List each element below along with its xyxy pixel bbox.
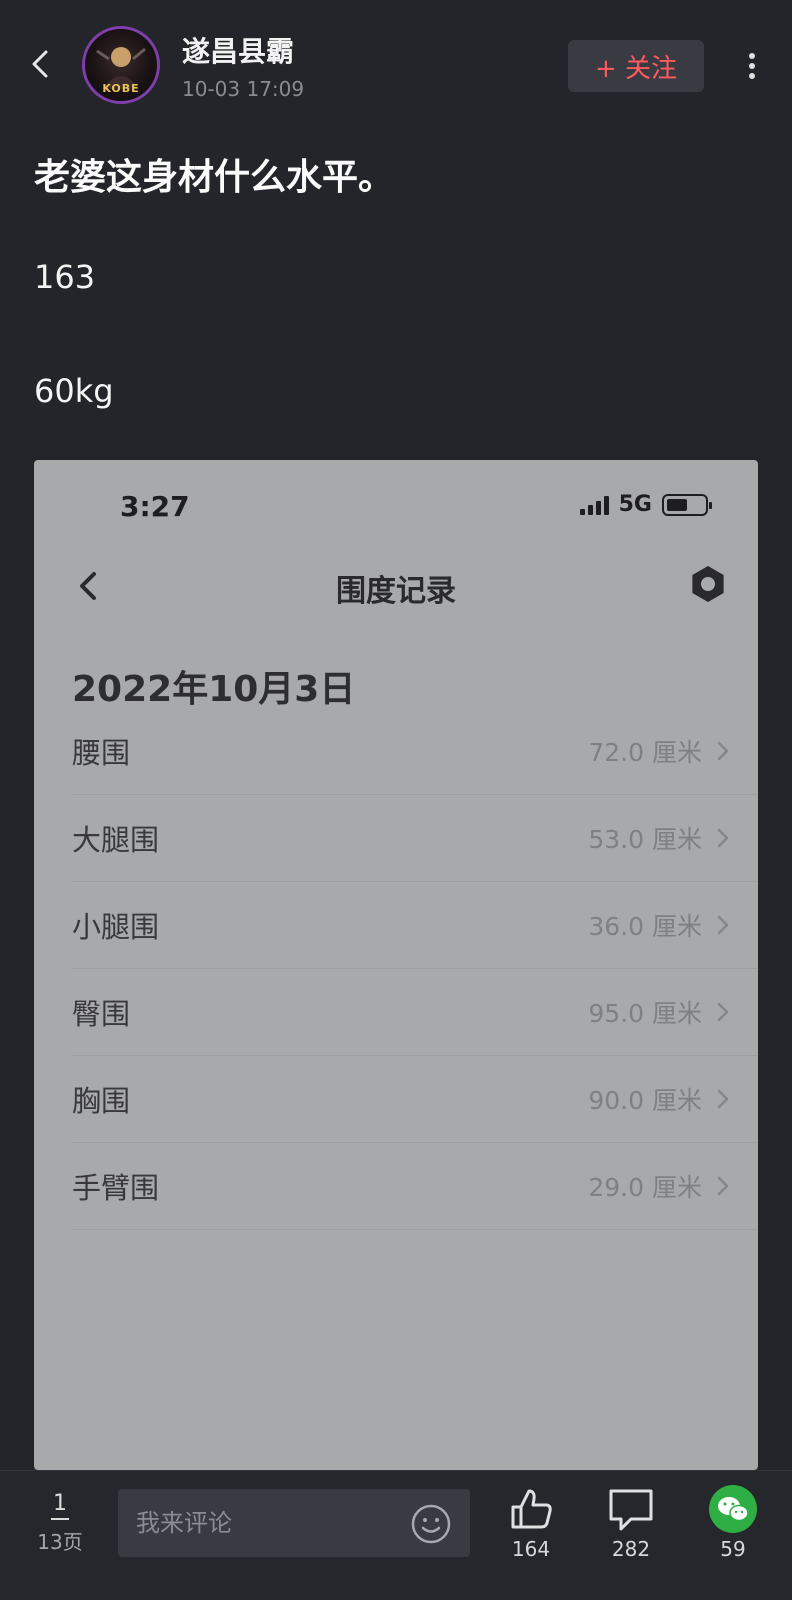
comment-count: 282 [611,1537,651,1561]
post-text-line: 163 [34,258,96,296]
measurement-value: 53.0 厘米 [588,825,702,854]
header: KOBE 遂昌县霸 10-03 17:09 + 关注 [0,0,792,118]
share-count: 59 [720,1537,746,1561]
network-type: 5G [618,492,652,517]
chevron-right-icon [717,1176,729,1196]
measurement-row: 手臂围 29.0 厘米 [72,1143,758,1230]
total-pages: 13页 [37,1530,83,1554]
post-title: 老婆这身材什么水平。 [34,157,395,198]
post-page: KOBE 遂昌县霸 10-03 17:09 + 关注 老婆这身材什么水平。 16… [0,0,792,1600]
settings-icon [688,564,728,604]
measurement-label: 小腿围 [72,910,160,944]
status-bar-indicators: 5G [579,492,712,517]
page-indicator[interactable]: 1 13页 [26,1491,94,1555]
measurement-list: 腰围 72.0 厘米大腿围 53.0 厘米小腿围 36.0 厘米臀围 95.0 厘米胸围… [72,708,758,1230]
page-title: 围度记录 [336,574,456,609]
measurement-row: 臀围 95.0 厘米 [72,969,758,1056]
record-date: 2022年10月3日 [72,669,356,710]
chevron-right-icon [717,1089,729,1109]
chevron-right-icon [717,828,729,848]
avatar[interactable]: KOBE [82,26,160,104]
measurement-value: 90.0 厘米 [588,1086,702,1115]
wechat-share-button[interactable]: 59 [698,1485,768,1561]
follow-button[interactable]: + 关注 [568,40,704,92]
post-timestamp: 10-03 17:09 [182,77,305,101]
comment-button[interactable]: 282 [596,1485,666,1561]
current-page: 1 [53,1491,67,1516]
measurement-row: 腰围 72.0 厘米 [72,708,758,795]
measurement-row: 大腿围 53.0 厘米 [72,795,758,882]
signal-icon [579,495,609,515]
thumbs-up-icon [511,1489,552,1529]
measurement-label: 手臂围 [72,1171,160,1205]
post-text-line: 60kg [34,372,114,410]
measurement-value: 72.0 厘米 [588,738,702,767]
chevron-right-icon [717,915,729,935]
like-count: 164 [511,1537,551,1561]
chevron-right-icon [717,1002,729,1022]
measurement-row: 小腿围 36.0 厘米 [72,882,758,969]
comment-icon [609,1489,653,1531]
more-icon[interactable] [740,48,764,84]
measurement-value: 29.0 厘米 [588,1173,702,1202]
like-button[interactable]: 164 [496,1485,566,1561]
post-image[interactable]: 3:27 5G 围度记录 2022年10月3日 腰围 72.0 厘米大腿围 53.0… [34,460,758,1470]
emoji-icon[interactable] [410,1503,452,1545]
status-bar-time: 3:27 [120,490,190,523]
measurement-label: 臀围 [72,997,131,1031]
measurement-row: 胸围 90.0 厘米 [72,1056,758,1143]
battery-icon [662,493,712,516]
avatar-logo-text: KOBE [102,82,140,95]
page-divider [51,1518,69,1520]
bottom-bar: 1 13页 164 282 [0,1470,792,1600]
wechat-icon [709,1485,757,1533]
username[interactable]: 遂昌县霸 [182,30,294,70]
measurement-label: 腰围 [72,736,131,770]
measurement-value: 95.0 厘米 [588,999,702,1028]
measurement-value: 36.0 厘米 [588,912,702,941]
back-icon[interactable] [24,44,60,84]
chevron-right-icon [717,741,729,761]
measurement-label: 胸围 [72,1084,131,1118]
measurement-label: 大腿围 [72,823,160,857]
battery-level [667,498,687,511]
